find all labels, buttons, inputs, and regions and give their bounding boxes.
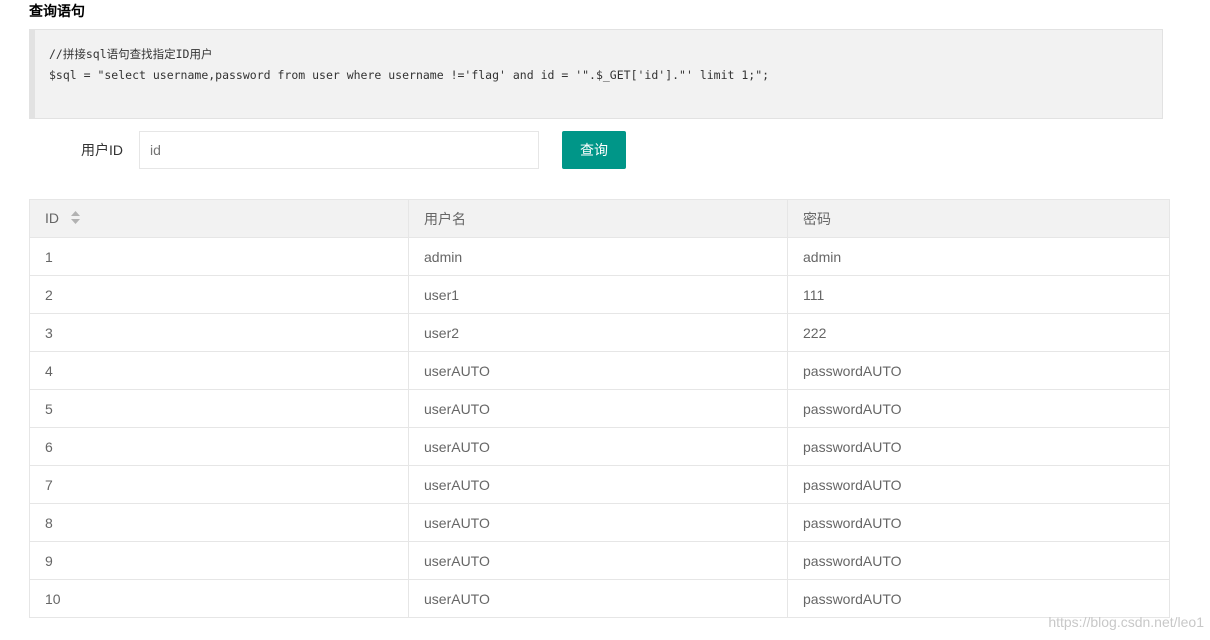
- code-sql-line: $sql = "select username,password from us…: [49, 68, 770, 82]
- cell-username: userAUTO: [408, 465, 788, 504]
- table-row: 2 user1 111: [29, 275, 1170, 314]
- code-comment-line: //拼接sql语句查找指定ID用户: [49, 47, 213, 61]
- cell-id: 2: [29, 275, 409, 314]
- cell-password: admin: [787, 237, 1170, 276]
- table-row: 6 userAUTO passwordAUTO: [29, 427, 1170, 466]
- cell-password: passwordAUTO: [787, 465, 1170, 504]
- column-header-label: ID: [45, 209, 59, 226]
- cell-password: passwordAUTO: [787, 579, 1170, 618]
- cell-id: 3: [29, 313, 409, 352]
- table-row: 9 userAUTO passwordAUTO: [29, 541, 1170, 580]
- cell-id: 7: [29, 465, 409, 504]
- table-row: 3 user2 222: [29, 313, 1170, 352]
- cell-id: 1: [29, 237, 409, 276]
- users-table: ID 用户名 密码 1 admin admin 2 user1 111 3 user2 222 4…: [29, 199, 1170, 618]
- column-header-username: 用户名: [408, 199, 788, 238]
- cell-id: 6: [29, 427, 409, 466]
- cell-username: userAUTO: [408, 427, 788, 466]
- cell-password: passwordAUTO: [787, 427, 1170, 466]
- column-header-password: 密码: [787, 199, 1170, 238]
- cell-id: 8: [29, 503, 409, 542]
- cell-username: user1: [408, 275, 788, 314]
- cell-id: 9: [29, 541, 409, 580]
- cell-password: 111: [787, 275, 1170, 314]
- cell-password: passwordAUTO: [787, 389, 1170, 428]
- user-id-label: 用户ID: [81, 142, 123, 158]
- column-header-id[interactable]: ID: [29, 199, 409, 238]
- cell-username: userAUTO: [408, 579, 788, 618]
- cell-password: 222: [787, 313, 1170, 352]
- query-button[interactable]: 查询: [562, 131, 626, 169]
- user-id-input[interactable]: [139, 131, 539, 169]
- table-row: 7 userAUTO passwordAUTO: [29, 465, 1170, 504]
- cell-username: user2: [408, 313, 788, 352]
- watermark: https://blog.csdn.net/leo1: [1048, 614, 1204, 630]
- cell-username: userAUTO: [408, 541, 788, 580]
- cell-id: 10: [29, 579, 409, 618]
- table-row: 10 userAUTO passwordAUTO: [29, 579, 1170, 618]
- table-row: 1 admin admin: [29, 237, 1170, 276]
- code-block: //拼接sql语句查找指定ID用户 $sql = "select usernam…: [29, 29, 1163, 119]
- cell-password: passwordAUTO: [787, 351, 1170, 390]
- cell-username: userAUTO: [408, 351, 788, 390]
- cell-username: userAUTO: [408, 389, 788, 428]
- table-row: 4 userAUTO passwordAUTO: [29, 351, 1170, 390]
- cell-password: passwordAUTO: [787, 503, 1170, 542]
- table-row: 8 userAUTO passwordAUTO: [29, 503, 1170, 542]
- table-header-row: ID 用户名 密码: [29, 199, 1170, 238]
- cell-username: admin: [408, 237, 788, 276]
- section-title: 查询语句: [29, 3, 85, 19]
- table-body: 1 admin admin 2 user1 111 3 user2 222 4 userAUTO pa…: [29, 237, 1170, 618]
- cell-username: userAUTO: [408, 503, 788, 542]
- sort-icon[interactable]: [70, 211, 80, 227]
- table-row: 5 userAUTO passwordAUTO: [29, 389, 1170, 428]
- cell-id: 5: [29, 389, 409, 428]
- cell-password: passwordAUTO: [787, 541, 1170, 580]
- cell-id: 4: [29, 351, 409, 390]
